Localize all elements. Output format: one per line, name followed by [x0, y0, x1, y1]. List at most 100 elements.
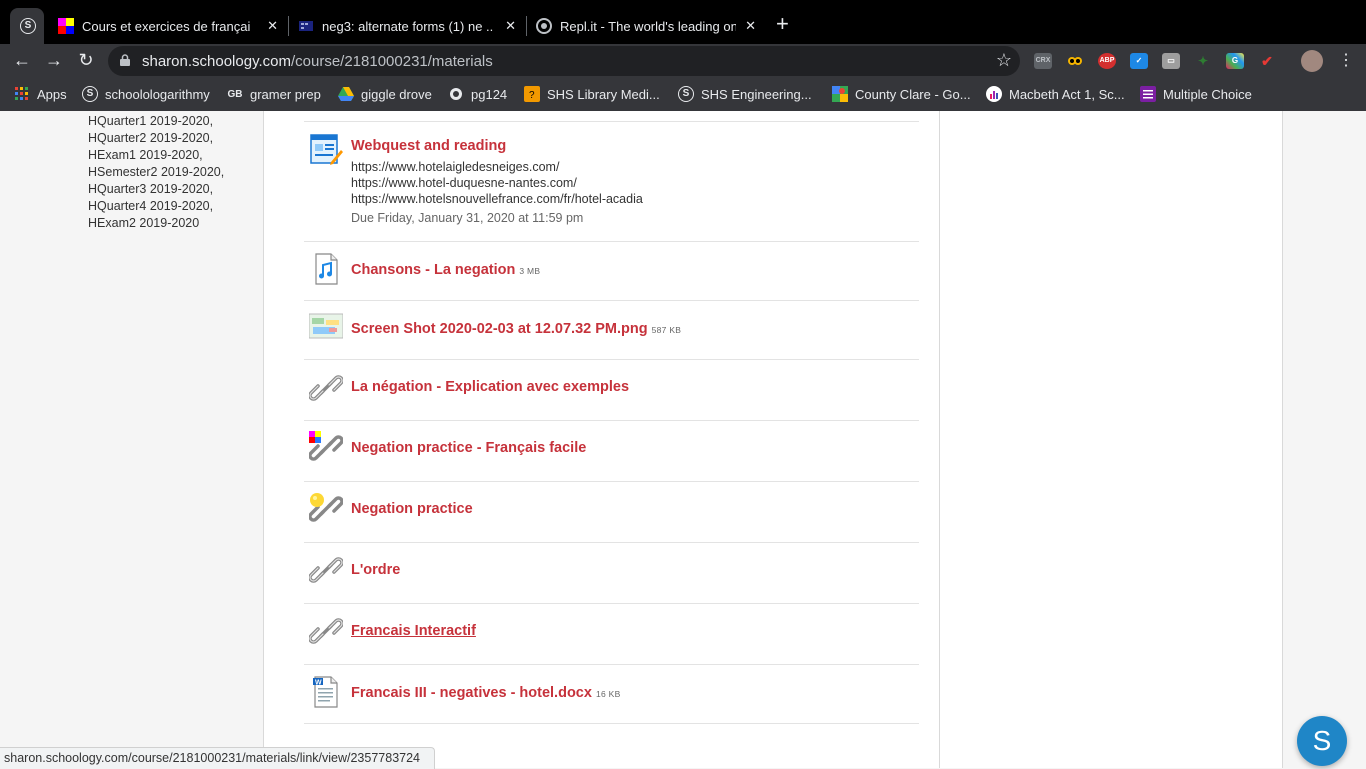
bookmark-label: County Clare - Go...: [855, 86, 971, 102]
right-panel: [940, 111, 1283, 768]
material-title-text: Francais III - negatives - hotel.docx: [351, 685, 592, 701]
description-line: https://www.hotelaigledesneiges.com/: [351, 160, 560, 174]
material-title-text: Chansons - La negation: [351, 262, 516, 278]
bookmark-shs-engineering[interactable]: S SHS Engineering...: [678, 86, 812, 102]
owl-extension-icon[interactable]: [1066, 53, 1084, 69]
link-icon: [309, 493, 343, 522]
tab-title: Cours et exercices de françai: [82, 18, 250, 34]
file-size: 587 KB: [651, 325, 682, 335]
replit-favicon: [536, 18, 552, 34]
red-check-extension-icon[interactable]: ✔: [1258, 53, 1276, 69]
bookmark-apps[interactable]: Apps: [14, 86, 67, 102]
material-item: Screen Shot 2020-02-03 at 12.07.32 PM.pn…: [304, 300, 919, 359]
bookmark-county-clare[interactable]: County Clare - Go...: [832, 86, 971, 102]
browser-toolbar: ← → ↻ sharon.schoology.com/course/218100…: [0, 44, 1366, 80]
bookmark-label: pg124: [471, 86, 508, 102]
list-divider: [304, 723, 919, 724]
bookmark-star-icon[interactable]: ☆: [996, 50, 1012, 71]
material-title-link[interactable]: Negation practice - Français facile: [351, 440, 586, 456]
back-icon[interactable]: ←: [10, 50, 34, 71]
image-thumbnail-icon: [309, 313, 343, 339]
materials-list: Webquest and reading https://www.hotelai…: [263, 111, 940, 768]
description-line: https://www.hotelsnouvellefrance.com/fr/…: [351, 192, 643, 206]
tab-close-icon[interactable]: ✕: [505, 18, 516, 34]
adblock-extension-icon[interactable]: ABP: [1098, 53, 1116, 69]
material-title-text: Screen Shot 2020-02-03 at 12.07.32 PM.pn…: [351, 321, 648, 337]
schoology-help-button[interactable]: S: [1297, 716, 1347, 766]
tab-close-icon[interactable]: ✕: [267, 18, 278, 34]
schoology-favicon: S: [20, 18, 36, 34]
material-title-link[interactable]: Webquest and reading: [351, 138, 506, 154]
material-description: https://www.hotelaigledesneiges.com/ htt…: [351, 159, 643, 207]
menu-icon[interactable]: ⋮: [1334, 50, 1358, 70]
leaf-extension-icon[interactable]: ✦: [1194, 53, 1212, 69]
grid-favicon: [298, 18, 314, 34]
schoology-page: HQuarter1 2019-2020, HQuarter2 2019-2020…: [0, 111, 1366, 768]
material-title-link[interactable]: La négation - Explication avec exemples: [351, 379, 629, 395]
material-item: W Francais III - negatives - hotel.docx 1…: [304, 664, 919, 723]
bookmark-label: SHS Library Medi...: [547, 86, 660, 102]
material-item: Negation practice: [304, 481, 919, 542]
chart-icon: [986, 86, 1002, 102]
crx-extension-icon[interactable]: CRX: [1034, 53, 1052, 69]
list-icon: [1140, 86, 1156, 102]
tab-cours-exercices[interactable]: Cours et exercices de françai ✕: [48, 8, 288, 44]
bookmark-label: schoolologarithmy: [105, 86, 210, 102]
material-item: La négation - Explication avec exemples: [304, 359, 919, 420]
bookmark-label: SHS Engineering...: [701, 86, 812, 102]
tab-strip: S Cours et exercices de françai ✕ neg3: …: [0, 0, 1366, 44]
material-title-link[interactable]: Francais III - negatives - hotel.docx 16 …: [351, 685, 621, 701]
bookmark-pg124[interactable]: pg124: [448, 86, 507, 102]
forward-icon[interactable]: →: [42, 50, 66, 71]
material-item: Negation practice - Français facile: [304, 420, 919, 481]
tab-replit[interactable]: Repl.it - The world's leading on ✕: [526, 8, 766, 44]
svg-text:W: W: [315, 680, 322, 687]
bookmark-giggle-drove[interactable]: giggle drove: [338, 86, 432, 102]
tab-title: neg3: alternate forms (1) ne ...: [322, 18, 494, 34]
file-size: 16 KB: [595, 689, 621, 699]
bookmark-shs-library[interactable]: ? SHS Library Medi...: [524, 86, 660, 102]
material-title-link[interactable]: Chansons - La negation 3 MB: [351, 262, 540, 278]
material-item: Chansons - La negation 3 MB: [304, 241, 919, 300]
tab-neg3[interactable]: neg3: alternate forms (1) ne ... ✕: [288, 8, 526, 44]
bookmark-multiple-choice[interactable]: Multiple Choice: [1140, 86, 1252, 102]
orange-bookmark-icon: ?: [524, 86, 540, 102]
description-line: https://www.hotel-duquesne-nantes.com/: [351, 176, 577, 190]
status-bar-url: sharon.schoology.com/course/2181000231/m…: [0, 747, 436, 769]
browser-chrome: S Cours et exercices de françai ✕ neg3: …: [0, 0, 1366, 111]
profile-avatar[interactable]: [1301, 50, 1323, 72]
multicolor-favicon: [58, 18, 74, 34]
color-extension-icon[interactable]: G: [1226, 53, 1244, 69]
material-title-link[interactable]: Negation practice: [351, 501, 473, 517]
bookmark-schoolologarithmy[interactable]: Sschoolologarithmy: [82, 86, 210, 102]
lock-icon: [120, 54, 130, 66]
new-tab-icon[interactable]: +: [776, 13, 789, 35]
grading-period: HExam1 2019-2020,: [88, 148, 203, 162]
bookmark-gramer-prep[interactable]: GB gramer prep: [227, 86, 321, 102]
grading-periods-list: HQuarter1 2019-2020, HQuarter2 2019-2020…: [88, 113, 224, 232]
material-title-link[interactable]: L'ordre: [351, 562, 400, 578]
maps-icon: [832, 86, 848, 102]
drive-icon: [338, 86, 354, 102]
address-bar[interactable]: sharon.schoology.com/course/2181000231/m…: [108, 46, 1020, 76]
briefcase-extension-icon[interactable]: ▭: [1162, 53, 1180, 69]
bookmark-macbeth[interactable]: Macbeth Act 1, Sc...: [986, 86, 1125, 102]
bookmark-label: gramer prep: [250, 86, 321, 102]
material-title-link[interactable]: Francais Interactif: [351, 623, 476, 639]
bookmark-label: Macbeth Act 1, Sc...: [1009, 86, 1125, 102]
material-item: Webquest and reading https://www.hotelai…: [304, 121, 919, 241]
tab-close-icon[interactable]: ✕: [745, 18, 756, 34]
schoology-icon: S: [678, 86, 694, 102]
grading-period: HQuarter4 2019-2020,: [88, 199, 214, 213]
check-extension-icon[interactable]: ✓: [1130, 53, 1148, 69]
bookmark-label: Apps: [37, 86, 67, 102]
material-title-link[interactable]: Screen Shot 2020-02-03 at 12.07.32 PM.pn…: [351, 321, 681, 337]
grading-period: HQuarter1 2019-2020,: [88, 114, 214, 128]
link-icon: [309, 557, 343, 583]
reload-icon[interactable]: ↻: [74, 50, 98, 71]
active-tab[interactable]: S: [10, 8, 44, 44]
link-icon: [309, 431, 343, 461]
grading-period: HExam2 2019-2020: [88, 216, 200, 230]
url-text: sharon.schoology.com/course/2181000231/m…: [142, 53, 493, 70]
grading-period: HSemester2 2019-2020,: [88, 165, 225, 179]
